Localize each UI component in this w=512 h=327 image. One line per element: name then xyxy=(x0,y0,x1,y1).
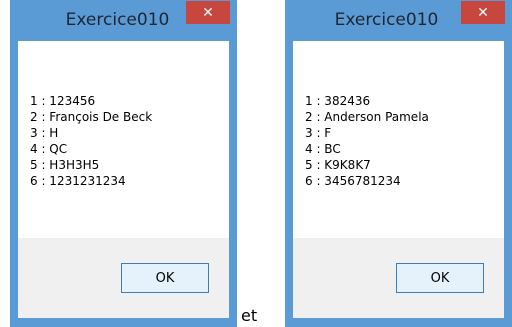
message-dialog-1: Exercice010 ✕ 1 : 123456 2 : François De… xyxy=(10,0,237,327)
message-line-5: 5 : K9K8K7 xyxy=(305,158,371,172)
message-text: 1 : 123456 2 : François De Beck 3 : H 4 … xyxy=(30,93,152,189)
message-text: 1 : 382436 2 : Anderson Pamela 3 : F 4 :… xyxy=(305,93,429,189)
dialog-body: 1 : 382436 2 : Anderson Pamela 3 : F 4 :… xyxy=(293,41,504,318)
message-line-6: 6 : 1231231234 xyxy=(30,174,126,188)
button-area: OK xyxy=(18,238,229,318)
close-button[interactable]: ✕ xyxy=(461,1,505,24)
message-line-1: 1 : 123456 xyxy=(30,94,96,108)
close-icon: ✕ xyxy=(477,4,489,21)
message-line-1: 1 : 382436 xyxy=(305,94,371,108)
message-line-2: 2 : Anderson Pamela xyxy=(305,110,429,124)
message-line-2: 2 : François De Beck xyxy=(30,110,153,124)
message-line-6: 6 : 3456781234 xyxy=(305,174,401,188)
close-icon: ✕ xyxy=(202,4,214,21)
message-line-4: 4 : BC xyxy=(305,142,341,156)
message-line-3: 3 : F xyxy=(305,126,332,140)
message-dialog-2: Exercice010 ✕ 1 : 382436 2 : Anderson Pa… xyxy=(285,0,512,327)
button-area: OK xyxy=(293,238,504,318)
message-line-5: 5 : H3H3H5 xyxy=(30,158,100,172)
ok-button[interactable]: OK xyxy=(396,263,484,293)
message-line-4: 4 : QC xyxy=(30,142,68,156)
title-bar[interactable]: Exercice010 ✕ xyxy=(286,1,511,41)
ok-button[interactable]: OK xyxy=(121,263,209,293)
separator-text: et xyxy=(241,306,258,325)
message-line-3: 3 : H xyxy=(30,126,59,140)
close-button[interactable]: ✕ xyxy=(186,1,230,24)
dialog-body: 1 : 123456 2 : François De Beck 3 : H 4 … xyxy=(18,41,229,318)
title-bar[interactable]: Exercice010 ✕ xyxy=(11,1,236,41)
